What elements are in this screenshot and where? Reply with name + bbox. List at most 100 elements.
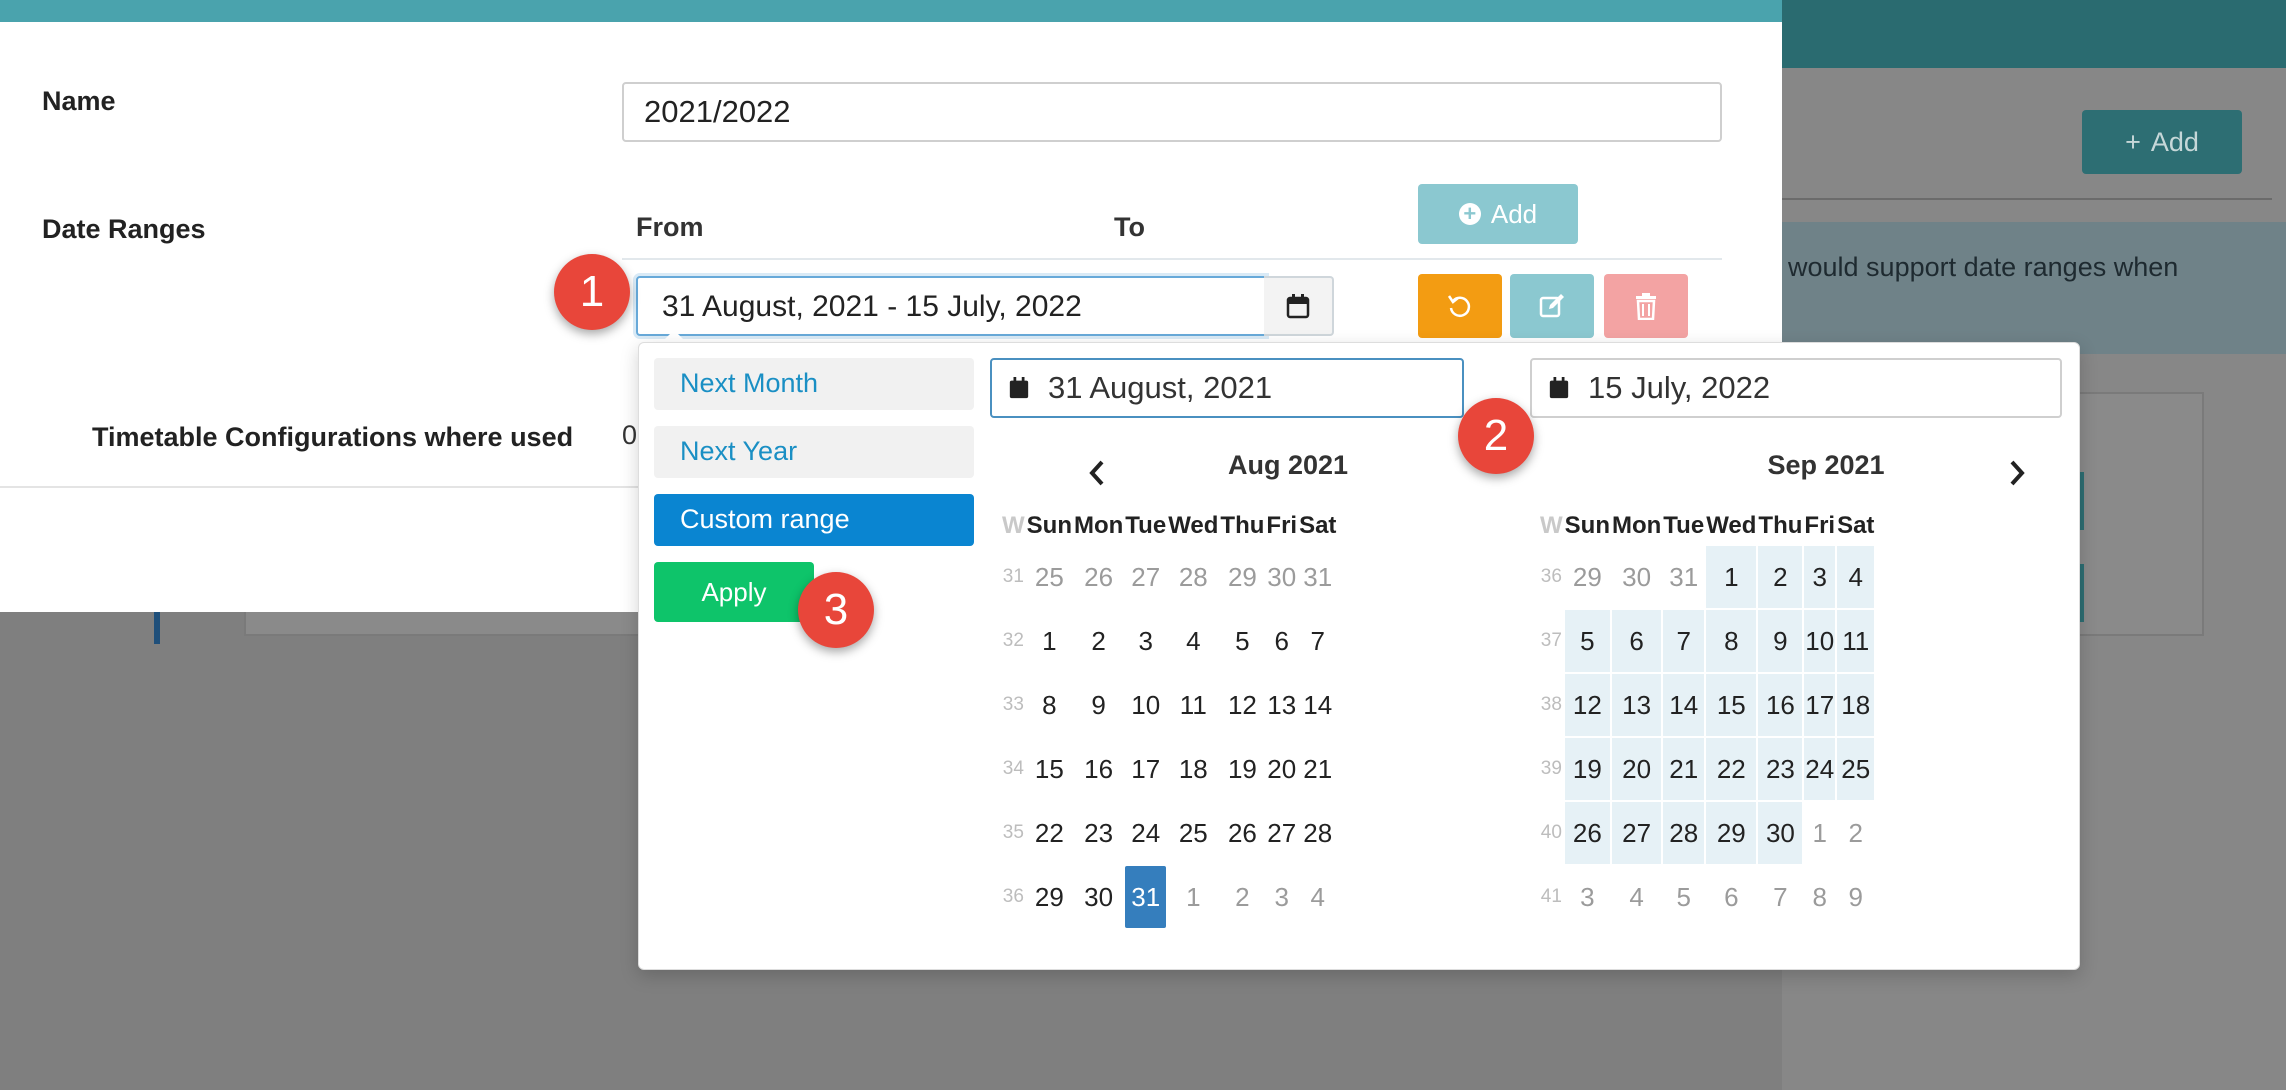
calendar-day[interactable]: 19 [1564, 738, 1610, 800]
calendar-day[interactable]: 9 [1074, 674, 1123, 736]
calendar-day[interactable]: 5 [1220, 610, 1264, 672]
calendar-day[interactable]: 11 [1168, 674, 1218, 736]
calendar-day[interactable]: 29 [1706, 802, 1757, 864]
calendar-day[interactable]: 3 [1266, 866, 1297, 928]
calendar-day[interactable]: 30 [1612, 546, 1661, 608]
calendar-day[interactable]: 1 [1706, 546, 1757, 608]
calendar-day[interactable]: 5 [1663, 866, 1704, 928]
calendar-day[interactable]: 26 [1564, 802, 1610, 864]
prev-month-button[interactable] [1086, 458, 1108, 494]
calendar-day[interactable]: 25 [1837, 738, 1875, 800]
calendar-day[interactable]: 14 [1299, 674, 1336, 736]
calendar-day[interactable]: 24 [1125, 802, 1166, 864]
calendar-day[interactable]: 12 [1564, 674, 1610, 736]
calendar-day[interactable]: 26 [1220, 802, 1264, 864]
add-range-button[interactable]: + Add [1418, 184, 1578, 244]
calendar-day[interactable]: 7 [1663, 610, 1705, 672]
calendar-day[interactable]: 9 [1758, 610, 1803, 672]
calendar-day[interactable]: 1 [1168, 866, 1218, 928]
calendar-day[interactable]: 3 [1565, 866, 1610, 928]
calendar-day[interactable]: 24 [1804, 738, 1836, 800]
start-date-field[interactable]: 31 August, 2021 [990, 358, 1464, 418]
calendar-day[interactable]: 13 [1611, 674, 1662, 736]
calendar-day[interactable]: 28 [1663, 802, 1705, 864]
calendar-day[interactable]: 5 [1564, 610, 1610, 672]
calendar-day[interactable]: 22 [1706, 738, 1757, 800]
calendar-day[interactable]: 3 [1804, 546, 1836, 608]
preset-next-month[interactable]: Next Month [654, 358, 974, 410]
calendar-day[interactable]: 27 [1611, 802, 1662, 864]
name-input[interactable]: 2021/2022 [622, 82, 1722, 142]
calendar-day[interactable]: 25 [1168, 802, 1218, 864]
calendar-day[interactable]: 13 [1266, 674, 1297, 736]
calendar-day[interactable]: 2 [1220, 866, 1264, 928]
calendar-day[interactable]: 26 [1074, 546, 1123, 608]
calendar-day[interactable]: 21 [1663, 738, 1705, 800]
calendar-toggle-button[interactable] [1264, 276, 1334, 336]
calendar-day[interactable]: 22 [1027, 802, 1072, 864]
calendar-day[interactable]: 30 [1758, 802, 1803, 864]
calendar-day[interactable]: 20 [1611, 738, 1662, 800]
calendar-day[interactable]: 29 [1220, 546, 1264, 608]
next-month-button[interactable] [2006, 458, 2028, 494]
delete-button[interactable] [1604, 274, 1688, 338]
calendar-day[interactable]: 8 [1027, 674, 1072, 736]
calendar-day[interactable]: 30 [1074, 866, 1123, 928]
calendar-day[interactable]: 6 [1611, 610, 1662, 672]
calendar-day[interactable]: 12 [1220, 674, 1264, 736]
apply-button[interactable]: Apply [654, 562, 814, 622]
calendar-day[interactable]: 16 [1074, 738, 1123, 800]
calendar-day[interactable]: 17 [1804, 674, 1836, 736]
calendar-day[interactable]: 27 [1266, 802, 1297, 864]
calendar-day[interactable]: 2 [1758, 546, 1803, 608]
calendar-day[interactable]: 8 [1706, 610, 1757, 672]
end-date-field[interactable]: 15 July, 2022 [1530, 358, 2062, 418]
preset-custom-range[interactable]: Custom range [654, 494, 974, 546]
edit-button[interactable] [1510, 274, 1594, 338]
calendar-day[interactable]: 10 [1125, 674, 1166, 736]
date-range-input[interactable]: 31 August, 2021 - 15 July, 2022 [636, 276, 1266, 336]
calendar-day[interactable]: 10 [1804, 610, 1836, 672]
calendar-day[interactable]: 4 [1168, 610, 1218, 672]
calendar-day[interactable]: 4 [1299, 866, 1336, 928]
calendar-day[interactable]: 28 [1168, 546, 1218, 608]
background-add-button[interactable]: + Add [2082, 110, 2242, 174]
calendar-day[interactable]: 7 [1299, 610, 1336, 672]
calendar-day[interactable]: 29 [1027, 866, 1072, 928]
calendar-day[interactable]: 8 [1804, 866, 1835, 928]
calendar-day[interactable]: 28 [1299, 802, 1336, 864]
calendar-day[interactable]: 25 [1027, 546, 1072, 608]
calendar-day[interactable]: 23 [1758, 738, 1803, 800]
calendar-day[interactable]: 18 [1837, 674, 1875, 736]
calendar-day[interactable]: 31 [1299, 546, 1336, 608]
calendar-day[interactable]: 9 [1837, 866, 1874, 928]
calendar-day[interactable]: 20 [1266, 738, 1297, 800]
calendar-day[interactable]: 16 [1758, 674, 1803, 736]
calendar-day[interactable]: 18 [1168, 738, 1218, 800]
undo-button[interactable] [1418, 274, 1502, 338]
calendar-day[interactable]: 21 [1299, 738, 1336, 800]
calendar-day[interactable]: 15 [1027, 738, 1072, 800]
calendar-day[interactable]: 27 [1125, 546, 1166, 608]
calendar-day[interactable]: 11 [1837, 610, 1875, 672]
calendar-day[interactable]: 19 [1220, 738, 1264, 800]
calendar-day[interactable]: 23 [1074, 802, 1123, 864]
calendar-day[interactable]: 4 [1612, 866, 1661, 928]
calendar-day[interactable]: 31 [1663, 546, 1704, 608]
calendar-day[interactable]: 31 [1125, 866, 1167, 928]
preset-next-year[interactable]: Next Year [654, 426, 974, 478]
calendar-day[interactable]: 4 [1837, 546, 1875, 608]
calendar-day[interactable]: 2 [1074, 610, 1123, 672]
calendar-day[interactable]: 6 [1266, 610, 1297, 672]
calendar-day[interactable]: 2 [1837, 802, 1874, 864]
calendar-day[interactable]: 30 [1266, 546, 1297, 608]
calendar-day[interactable]: 29 [1565, 546, 1610, 608]
calendar-day[interactable]: 14 [1663, 674, 1705, 736]
calendar-day[interactable]: 17 [1125, 738, 1166, 800]
calendar-day[interactable]: 7 [1758, 866, 1802, 928]
calendar-day[interactable]: 6 [1706, 866, 1756, 928]
calendar-day[interactable]: 1 [1027, 610, 1072, 672]
calendar-day[interactable]: 3 [1125, 610, 1166, 672]
calendar-day[interactable]: 1 [1804, 802, 1835, 864]
calendar-day[interactable]: 15 [1706, 674, 1757, 736]
